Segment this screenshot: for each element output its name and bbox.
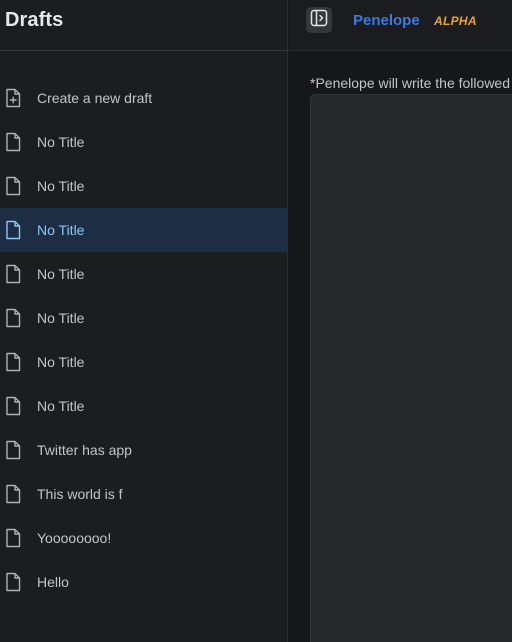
draft-label: No Title (37, 178, 85, 194)
create-draft-button[interactable]: Create a new draft (0, 76, 288, 120)
instruction-note: *Penelope will write the followed (310, 75, 510, 91)
file-icon (5, 352, 21, 372)
draft-label: No Title (37, 398, 85, 414)
sidebar-title: Drafts (5, 8, 64, 31)
top-bar: Penelope ALPHA (289, 0, 512, 51)
draft-item[interactable]: Yoooooooo! (0, 516, 288, 560)
file-icon (5, 396, 21, 416)
draft-label: No Title (37, 310, 85, 326)
draft-label: Hello (37, 574, 69, 590)
brand-name: Penelope (353, 12, 420, 29)
draft-item[interactable]: No Title (0, 120, 288, 164)
draft-list: Create a new draft No Title No Title No … (0, 76, 288, 604)
file-icon (5, 308, 21, 328)
file-icon (5, 220, 21, 240)
draft-label: No Title (37, 134, 85, 150)
file-plus-icon (5, 88, 21, 108)
draft-label: Yoooooooo! (37, 530, 112, 546)
draft-item[interactable]: Hello (0, 560, 288, 604)
file-icon (5, 572, 21, 592)
sidebar: Drafts Create a new draft No Title No Ti (0, 0, 288, 642)
draft-item[interactable]: No Title (0, 164, 288, 208)
main-content: *Penelope will write the followed (289, 51, 512, 642)
app-window: Drafts Create a new draft No Title No Ti (0, 0, 512, 642)
file-icon (5, 176, 21, 196)
file-icon (5, 264, 21, 284)
brand-tag: ALPHA (434, 14, 477, 28)
draft-item-selected[interactable]: No Title (0, 208, 288, 252)
draft-item[interactable]: No Title (0, 340, 288, 384)
draft-label: No Title (37, 222, 85, 238)
draft-item[interactable]: No Title (0, 252, 288, 296)
draft-item[interactable]: This world is f (0, 472, 288, 516)
draft-label: Create a new draft (37, 90, 153, 106)
sidebar-header: Drafts (0, 0, 287, 51)
draft-item[interactable]: No Title (0, 384, 288, 428)
draft-editor[interactable] (310, 94, 512, 642)
draft-label: Twitter has app (37, 442, 132, 458)
draft-label: No Title (37, 354, 85, 370)
file-icon (5, 440, 21, 460)
draft-item[interactable]: Twitter has app (0, 428, 288, 472)
draft-label: This world is f (37, 486, 123, 502)
file-icon (5, 132, 21, 152)
sidebar-toggle-icon (310, 9, 328, 32)
draft-label: No Title (37, 266, 85, 282)
draft-item[interactable]: No Title (0, 296, 288, 340)
file-icon (5, 528, 21, 548)
sidebar-toggle-button[interactable] (306, 7, 332, 33)
file-icon (5, 484, 21, 504)
